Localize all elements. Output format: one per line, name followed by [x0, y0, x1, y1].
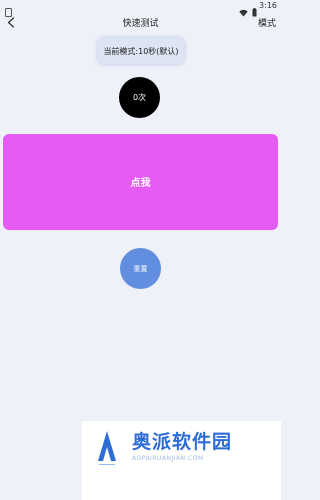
- status-time: 3:16: [259, 1, 277, 10]
- watermark-logo-icon: [96, 429, 118, 466]
- watermark: 奥派软件园 AOPAIRUANJIAN.COM: [82, 421, 281, 500]
- reset-button[interactable]: 重置: [120, 248, 161, 289]
- click-counter: 0次: [119, 77, 160, 118]
- status-bar: 3:16: [0, 0, 281, 17]
- tap-area-label: 点我: [130, 177, 151, 189]
- status-app-icon: [5, 2, 12, 17]
- app-bar: 快速测试 模式: [0, 14, 281, 32]
- tap-area-button[interactable]: 点我: [3, 134, 278, 230]
- reset-button-label: 重置: [133, 264, 148, 273]
- page-title: 快速测试: [122, 19, 159, 29]
- click-count-text: 0次: [132, 93, 147, 102]
- current-mode-chip: 当前模式:10秒(默认): [98, 38, 184, 64]
- current-mode-text: 当前模式:10秒(默认): [103, 46, 179, 56]
- watermark-url: AOPAIRUANJIAN.COM: [132, 455, 204, 462]
- mode-button[interactable]: 模式: [258, 16, 276, 29]
- watermark-brand: 奥派软件园: [132, 431, 233, 453]
